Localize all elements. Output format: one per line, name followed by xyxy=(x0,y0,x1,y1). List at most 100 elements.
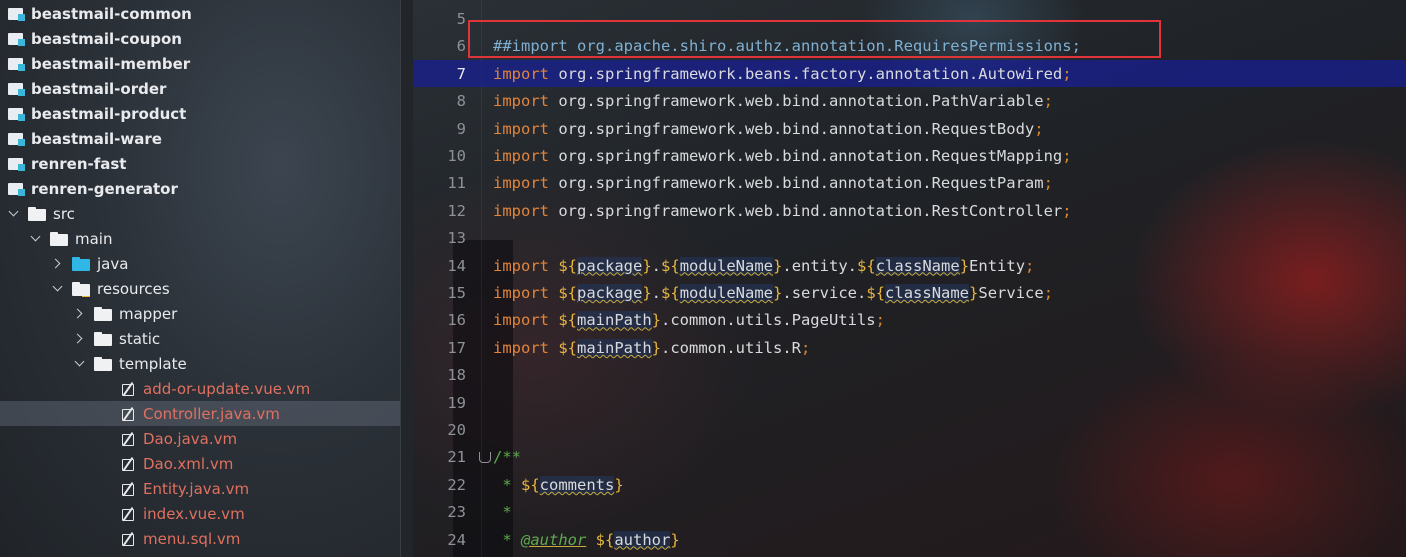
code-token: * xyxy=(493,503,512,522)
code-token: import xyxy=(493,174,559,193)
tree-item-add-or-update-vue-vm[interactable]: add-or-update.vue.vm xyxy=(0,376,400,401)
code-token: comments xyxy=(539,475,615,494)
code-token: className xyxy=(885,284,970,302)
tree-item-label: beastmail-member xyxy=(31,54,191,73)
tree-item-beastmail-member[interactable]: beastmail-member xyxy=(0,51,400,76)
code-token: mainPath xyxy=(577,311,652,330)
code-line[interactable]: 22 * ${comments} xyxy=(413,471,1406,498)
fold-marker-icon[interactable] xyxy=(479,452,491,464)
code-line[interactable]: 19 xyxy=(413,389,1406,416)
code-token: ; xyxy=(1043,92,1053,111)
code-token: ; xyxy=(1043,174,1053,193)
code-token: org.springframework.web.bind.annotation.… xyxy=(558,119,1035,138)
tree-item-label: java xyxy=(97,254,129,273)
tree-item-resources[interactable]: resources xyxy=(0,276,400,301)
code-line[interactable]: 15 import ${package}.${moduleName}.servic… xyxy=(413,279,1406,306)
velocity-template-icon xyxy=(120,406,136,422)
tree-item-template[interactable]: template xyxy=(0,351,400,376)
tree-item-renren-generator[interactable]: renren-generator xyxy=(0,176,400,201)
tree-item-controller-java-vm[interactable]: Controller.java.vm xyxy=(0,401,400,426)
code-line[interactable]: 23 * xyxy=(413,498,1406,525)
line-number: 7 xyxy=(456,64,466,83)
tree-item-beastmail-common[interactable]: beastmail-common xyxy=(0,1,400,26)
code-token: import xyxy=(493,256,559,275)
tree-item-beastmail-product[interactable]: beastmail-product xyxy=(0,101,400,126)
tree-item-label: index.vue.vm xyxy=(143,504,245,523)
chevron-down-icon[interactable] xyxy=(30,233,42,245)
code-token: ; xyxy=(1025,256,1035,275)
code-token: package xyxy=(577,284,643,302)
line-number: 6 xyxy=(456,37,466,56)
tree-item-main[interactable]: main xyxy=(0,226,400,251)
code-line[interactable]: 24 * @author ${author} xyxy=(413,526,1406,553)
code-line[interactable]: 11 import org.springframework.web.bind.an… xyxy=(413,169,1406,196)
code-line[interactable]: 12 import org.springframework.web.bind.an… xyxy=(413,197,1406,224)
line-number: 11 xyxy=(447,174,466,193)
chevron-right-icon[interactable] xyxy=(74,333,86,345)
code-token: } xyxy=(773,284,783,302)
code-line[interactable]: 16 import ${mainPath}.common.utils.PageUt… xyxy=(413,306,1406,333)
code-token: className xyxy=(875,256,960,275)
tree-item-mapper[interactable]: mapper xyxy=(0,301,400,326)
tree-item-java[interactable]: java xyxy=(0,251,400,276)
code-token: @author xyxy=(521,530,587,549)
module-icon xyxy=(8,131,25,146)
tree-item-index-vue-vm[interactable]: index.vue.vm xyxy=(0,501,400,526)
code-line[interactable]: 6 ##import org.apache.shiro.authz.annotat… xyxy=(413,32,1406,59)
code-line[interactable]: 17 import ${mainPath}.common.utils.R; xyxy=(413,334,1406,361)
code-token: .common.utils.PageUtils xyxy=(661,311,876,330)
tree-item-dao-java-vm[interactable]: Dao.java.vm xyxy=(0,426,400,451)
code-line[interactable]: 21 /** xyxy=(413,443,1406,470)
code-line[interactable]: 8 import org.springframework.web.bind.ann… xyxy=(413,87,1406,114)
code-line[interactable]: 10 import org.springframework.web.bind.an… xyxy=(413,142,1406,169)
code-token: } xyxy=(969,284,979,302)
chevron-down-icon[interactable] xyxy=(74,358,86,370)
module-icon xyxy=(8,31,25,46)
code-token: /** xyxy=(493,448,521,467)
code-token: ; xyxy=(1034,119,1044,138)
tree-item-menu-sql-vm[interactable]: menu.sql.vm xyxy=(0,526,400,551)
folder-icon xyxy=(94,306,112,321)
project-tree[interactable]: beastmail-common beastmail-coupon beastmai… xyxy=(0,0,400,557)
code-line[interactable]: 13 xyxy=(413,224,1406,251)
code-token: ${ xyxy=(857,256,876,275)
code-token: import xyxy=(493,147,559,165)
code-text: import org.springframework.web.bind.anno… xyxy=(493,202,1072,220)
module-icon xyxy=(8,81,25,96)
code-text: * xyxy=(493,503,512,522)
line-number: 12 xyxy=(447,201,466,220)
panel-divider[interactable] xyxy=(400,0,414,557)
velocity-template-icon xyxy=(120,481,136,497)
line-number: 16 xyxy=(447,311,466,330)
code-line[interactable]: 5 xyxy=(413,5,1406,32)
code-token: Entity xyxy=(969,256,1026,275)
tree-item-dao-xml-vm[interactable]: Dao.xml.vm xyxy=(0,451,400,476)
tree-item-beastmail-order[interactable]: beastmail-order xyxy=(0,76,400,101)
line-number: 5 xyxy=(456,10,466,28)
code-line[interactable]: 9 import org.springframework.web.bind.ann… xyxy=(413,115,1406,142)
tree-item-src[interactable]: src xyxy=(0,201,400,226)
tree-item-static[interactable]: static xyxy=(0,326,400,351)
code-token: } xyxy=(642,284,652,302)
tree-item-entity-java-vm[interactable]: Entity.java.vm xyxy=(0,476,400,501)
tree-item-beastmail-ware[interactable]: beastmail-ware xyxy=(0,126,400,151)
chevron-down-icon[interactable] xyxy=(52,283,64,295)
code-token: mainPath xyxy=(577,338,652,357)
code-editor[interactable]: 5 6 ##import org.apache.shiro.authz.annota… xyxy=(413,0,1406,557)
chevron-right-icon[interactable] xyxy=(74,308,86,320)
line-number: 14 xyxy=(447,256,466,275)
code-line[interactable]: 7 import org.springframework.beans.factor… xyxy=(413,59,1406,87)
code-line[interactable]: 14 import ${package}.${moduleName}.entity… xyxy=(413,252,1406,279)
velocity-template-icon xyxy=(120,456,136,472)
tree-item-beastmail-coupon[interactable]: beastmail-coupon xyxy=(0,26,400,51)
code-line[interactable]: 20 xyxy=(413,416,1406,443)
tree-item-renren-fast[interactable]: renren-fast xyxy=(0,151,400,176)
line-number: 9 xyxy=(456,119,466,138)
chevron-down-icon[interactable] xyxy=(8,208,20,220)
code-token: * xyxy=(493,530,521,549)
chevron-right-icon[interactable] xyxy=(52,258,64,270)
code-line[interactable]: 18 xyxy=(413,361,1406,388)
code-text: /** xyxy=(493,448,521,466)
code-token: } xyxy=(651,338,661,357)
